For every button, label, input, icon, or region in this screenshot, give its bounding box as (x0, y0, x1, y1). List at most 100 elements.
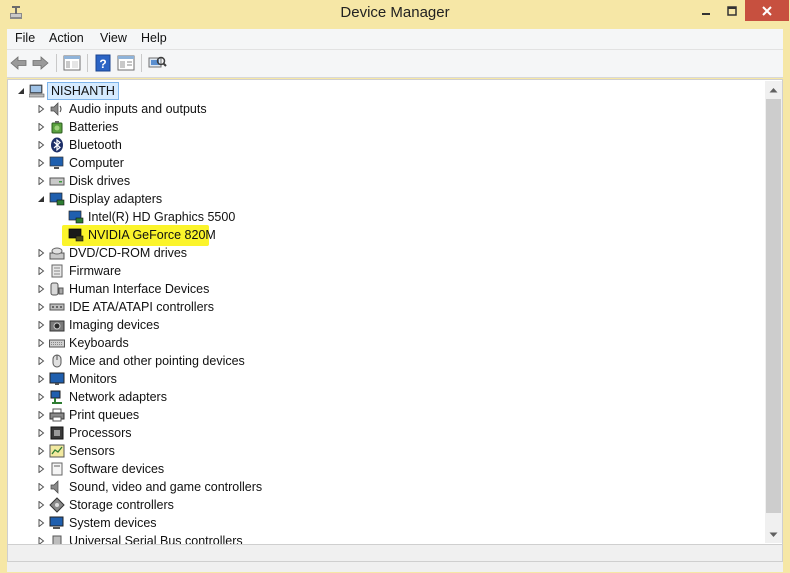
properties-icon[interactable] (116, 53, 136, 73)
tree-node-label: Computer (69, 156, 124, 170)
tree-node-batteries[interactable]: Batteries (8, 118, 758, 136)
vertical-scrollbar[interactable] (765, 81, 782, 543)
help-icon[interactable]: ? (93, 53, 113, 73)
tree-node-label: Keyboards (69, 336, 129, 350)
tree-node-computer[interactable]: Computer (8, 154, 758, 172)
collapse-arrow-icon[interactable] (37, 195, 45, 203)
scroll-thumb[interactable] (766, 99, 781, 513)
scroll-up-button[interactable] (765, 81, 782, 98)
tree-node-print-queues[interactable]: Print queues (8, 406, 758, 424)
expand-arrow-icon[interactable] (37, 123, 45, 131)
tree-node-label: Universal Serial Bus controllers (69, 534, 243, 545)
tree-node-monitors[interactable]: Monitors (8, 370, 758, 388)
computer-icon (29, 84, 45, 98)
tree-node-label: Software devices (69, 462, 165, 476)
maximize-icon (727, 6, 737, 16)
expand-arrow-icon[interactable] (37, 501, 45, 509)
tree-node-display-adapters[interactable]: Display adapters (8, 190, 758, 208)
close-button[interactable] (745, 0, 789, 21)
expand-arrow-icon[interactable] (37, 339, 45, 347)
tree-node-label: Human Interface Devices (69, 282, 210, 296)
tree-node-network-adapters[interactable]: Network adapters (8, 388, 758, 406)
menu-action[interactable]: Action (49, 31, 84, 45)
tree-node-imaging-devices[interactable]: Imaging devices (8, 316, 758, 334)
expand-arrow-icon[interactable] (37, 483, 45, 491)
usb-icon (52, 535, 62, 544)
menu-view[interactable]: View (100, 31, 127, 45)
tree-node-keyboards[interactable]: Keyboards (8, 334, 758, 352)
title-bar: Device Manager (0, 0, 790, 28)
tree-node-audio[interactable]: Audio inputs and outputs (8, 100, 758, 118)
expand-arrow-icon[interactable] (37, 159, 45, 167)
bluetooth-icon (51, 137, 63, 153)
battery-icon (51, 121, 63, 134)
tree-node-label: Storage controllers (69, 498, 174, 512)
svg-text:?: ? (99, 57, 106, 71)
tree-node-usb-controllers[interactable]: Universal Serial Bus controllers (8, 532, 758, 545)
collapse-arrow-icon[interactable] (17, 87, 25, 95)
expand-arrow-icon[interactable] (37, 519, 45, 527)
tree-node-intel-hd-graphics[interactable]: Intel(R) HD Graphics 5500 (8, 208, 758, 226)
tree-node-bluetooth[interactable]: Bluetooth (8, 136, 758, 154)
expand-arrow-icon[interactable] (37, 393, 45, 401)
expand-arrow-icon[interactable] (37, 249, 45, 257)
display-adapter-icon (68, 228, 84, 242)
close-icon (762, 5, 772, 16)
expand-arrow-icon[interactable] (37, 177, 45, 185)
scroll-down-button[interactable] (765, 526, 782, 543)
expand-arrow-icon[interactable] (37, 411, 45, 419)
tree-node-storage-controllers[interactable]: Storage controllers (8, 496, 758, 514)
tree-node-sound-video-game[interactable]: Sound, video and game controllers (8, 478, 758, 496)
expand-arrow-icon[interactable] (37, 537, 45, 545)
tree-node-dvd-cd-rom[interactable]: DVD/CD-ROM drives (8, 244, 758, 262)
tree-root-node[interactable]: NISHANTH (8, 82, 758, 100)
tree-node-label: Bluetooth (69, 138, 122, 152)
tree-node-system-devices[interactable]: System devices (8, 514, 758, 532)
tree-node-hid[interactable]: Human Interface Devices (8, 280, 758, 298)
tree-node-software-devices[interactable]: Software devices (8, 460, 758, 478)
expand-arrow-icon[interactable] (37, 321, 45, 329)
tree-node-label: DVD/CD-ROM drives (69, 246, 188, 260)
expand-arrow-icon[interactable] (37, 285, 45, 293)
tree-node-processors[interactable]: Processors (8, 424, 758, 442)
expand-arrow-icon[interactable] (37, 105, 45, 113)
tree-node-label: Intel(R) HD Graphics 5500 (88, 210, 236, 224)
sensor-icon (49, 444, 65, 458)
tree-node-label: Network adapters (69, 390, 167, 404)
tree-node-label: Imaging devices (69, 318, 160, 332)
expand-arrow-icon[interactable] (37, 429, 45, 437)
menu-file[interactable]: File (15, 31, 35, 45)
menu-help[interactable]: Help (141, 31, 167, 45)
tree-node-ide-ata[interactable]: IDE ATA/ATAPI controllers (8, 298, 758, 316)
tree-node-mice[interactable]: Mice and other pointing devices (8, 352, 758, 370)
tree-node-firmware[interactable]: Firmware (8, 262, 758, 280)
back-icon[interactable] (9, 53, 29, 73)
expand-arrow-icon[interactable] (37, 303, 45, 311)
scroll-down-arrow-icon (769, 532, 778, 537)
tree-node-label: Monitors (69, 372, 117, 386)
tree-node-label: Sensors (69, 444, 115, 458)
maximize-button[interactable] (719, 0, 745, 22)
expand-arrow-icon[interactable] (37, 447, 45, 455)
scan-hardware-icon[interactable] (147, 53, 167, 73)
show-hide-console-tree-icon[interactable] (62, 53, 82, 73)
tree-node-nvidia-geforce[interactable]: NVIDIA GeForce 820M (8, 226, 758, 244)
tree-node-label: IDE ATA/ATAPI controllers (69, 300, 214, 314)
tree-node-sensors[interactable]: Sensors (8, 442, 758, 460)
expand-arrow-icon[interactable] (37, 375, 45, 383)
tree-node-label: Processors (69, 426, 132, 440)
minimize-button[interactable] (693, 0, 719, 22)
forward-icon[interactable] (30, 53, 50, 73)
tree-node-disk-drives[interactable]: Disk drives (8, 172, 758, 190)
sound-icon (50, 480, 59, 494)
expand-arrow-icon[interactable] (37, 465, 45, 473)
storage-controller-icon (49, 497, 65, 513)
printer-icon (49, 408, 65, 422)
toolbar-separator (56, 54, 57, 72)
tree-node-label: Batteries (69, 120, 119, 134)
expand-arrow-icon[interactable] (37, 267, 45, 275)
tree-node-label: Disk drives (69, 174, 131, 188)
expand-arrow-icon[interactable] (37, 141, 45, 149)
tree-node-label: Firmware (69, 264, 122, 278)
expand-arrow-icon[interactable] (37, 357, 45, 365)
